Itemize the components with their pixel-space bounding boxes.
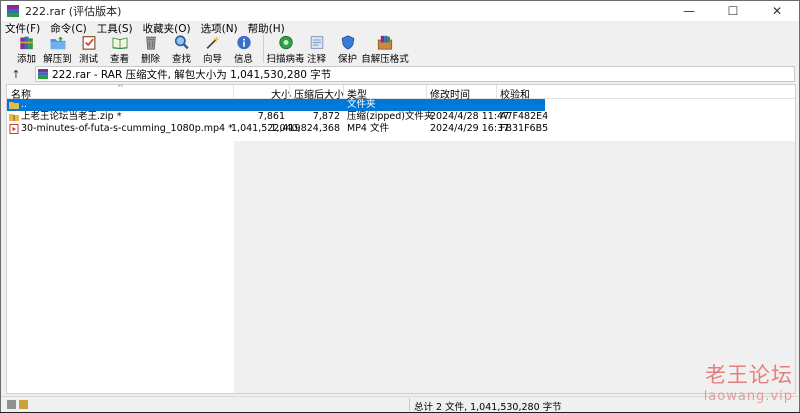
status-bar: 总计 2 文件, 1,041,530,280 字节 bbox=[1, 396, 799, 413]
row-crc: FB31F6B5 bbox=[500, 123, 549, 134]
test-button[interactable]: 测试 bbox=[73, 35, 104, 65]
virus-scan-button[interactable]: 扫描病毒 bbox=[267, 35, 305, 65]
test-label: 测试 bbox=[78, 54, 98, 65]
video-file-icon bbox=[9, 124, 19, 134]
sort-arrow-icon: ^ bbox=[117, 84, 124, 92]
address-field[interactable]: 222.rar - RAR 压缩文件, 解包大小为 1,041,530,280 … bbox=[35, 66, 795, 82]
row-type: MP4 文件 bbox=[347, 123, 389, 134]
extract-to-label: 解压到 bbox=[43, 54, 72, 65]
disk-icon[interactable] bbox=[7, 400, 16, 409]
menu-help[interactable]: 帮助(H) bbox=[248, 21, 285, 36]
address-text: 222.rar - RAR 压缩文件, 解包大小为 1,041,530,280 … bbox=[52, 68, 332, 81]
menu-file[interactable]: 文件(F) bbox=[5, 21, 40, 36]
toolbar: 添加 解压到 测试 查看 删除 查找 向导 信息 扫描病毒 注释 保护 自解压格… bbox=[1, 35, 799, 65]
column-divider[interactable] bbox=[426, 85, 427, 99]
trash-icon bbox=[145, 36, 156, 50]
folder-up-icon bbox=[9, 102, 19, 109]
column-divider[interactable] bbox=[496, 85, 497, 99]
virus-scan-icon bbox=[278, 35, 293, 50]
menu-favorites[interactable]: 收藏夹(O) bbox=[143, 21, 191, 36]
row-modified: 2024/4/29 16:37 bbox=[430, 123, 510, 134]
winrar-window: 222.rar (评估版本) — ☐ ✕ 文件(F) 命令(C) 工具(S) 收… bbox=[0, 0, 800, 413]
clipboard-check-icon bbox=[82, 36, 95, 50]
key-icon[interactable] bbox=[19, 400, 28, 409]
status-divider bbox=[409, 398, 410, 411]
toolbar-separator bbox=[263, 35, 264, 63]
magic-wand-icon bbox=[206, 35, 220, 49]
rar-archive-icon bbox=[38, 69, 48, 79]
view-button[interactable]: 查看 bbox=[104, 35, 135, 65]
row-name: 30-minutes-of-futa-s-cumming_1080p.mp4 * bbox=[21, 123, 233, 134]
menu-options[interactable]: 选项(N) bbox=[201, 21, 238, 36]
row-packed: 7,872 bbox=[312, 111, 340, 122]
view-label: 查看 bbox=[109, 54, 129, 65]
row-type: 压缩(zipped)文件夹 bbox=[347, 111, 434, 122]
info-label: 信息 bbox=[233, 54, 253, 65]
sfx-button[interactable]: 自解压格式 bbox=[361, 35, 409, 65]
add-label: 添加 bbox=[16, 54, 36, 65]
column-divider[interactable] bbox=[289, 85, 290, 99]
magnifier-icon bbox=[174, 35, 189, 50]
info-icon bbox=[236, 35, 251, 50]
extract-to-button[interactable]: 解压到 bbox=[42, 35, 73, 65]
find-label: 查找 bbox=[171, 54, 191, 65]
window-title: 222.rar (评估版本) bbox=[25, 5, 122, 18]
status-text: 总计 2 文件, 1,041,530,280 字节 bbox=[414, 402, 562, 413]
wizard-button[interactable]: 向导 bbox=[197, 35, 228, 65]
table-row[interactable]: .. 文件夹 bbox=[7, 99, 545, 111]
menu-commands[interactable]: 命令(C) bbox=[50, 21, 87, 36]
maximize-button[interactable]: ☐ bbox=[711, 1, 755, 21]
row-packed: 1,040,824,368 bbox=[270, 123, 340, 134]
table-row[interactable]: 30-minutes-of-futa-s-cumming_1080p.mp4 *… bbox=[7, 123, 549, 135]
status-icons bbox=[7, 400, 31, 409]
winrar-app-icon bbox=[7, 5, 19, 17]
books-add-icon bbox=[19, 36, 33, 50]
shield-icon bbox=[341, 35, 354, 50]
list-empty-area bbox=[234, 141, 795, 393]
row-name: .. bbox=[21, 99, 28, 110]
row-type: 文件夹 bbox=[347, 99, 376, 110]
info-button[interactable]: 信息 bbox=[228, 35, 259, 65]
close-button[interactable]: ✕ bbox=[755, 1, 799, 21]
list-header: 名称 ^ 大小 压缩后大小 类型 修改时间 校验和 bbox=[7, 84, 795, 101]
find-button[interactable]: 查找 bbox=[166, 35, 197, 65]
row-modified: 2024/4/28 11:47 bbox=[430, 111, 510, 122]
comment-button[interactable]: 注释 bbox=[301, 35, 332, 65]
menu-tools[interactable]: 工具(S) bbox=[97, 21, 133, 36]
address-bar: ↑ 222.rar - RAR 压缩文件, 解包大小为 1,041,530,28… bbox=[1, 65, 799, 83]
table-row[interactable]: 上老王论坛当老王.zip * 7,861 7,872 压缩(zipped)文件夹… bbox=[7, 111, 549, 123]
comment-icon bbox=[310, 36, 323, 49]
virus-scan-label: 扫描病毒 bbox=[266, 54, 305, 65]
menu-bar: 文件(F) 命令(C) 工具(S) 收藏夹(O) 选项(N) 帮助(H) bbox=[1, 21, 799, 35]
file-list[interactable]: 名称 ^ 大小 压缩后大小 类型 修改时间 校验和 .. 文件夹 上老王论坛当老… bbox=[6, 84, 796, 394]
minimize-button[interactable]: — bbox=[667, 1, 711, 21]
title-bar[interactable]: 222.rar (评估版本) — ☐ ✕ bbox=[1, 1, 799, 21]
folder-extract-icon bbox=[50, 36, 65, 50]
up-folder-button[interactable]: ↑ bbox=[5, 66, 27, 82]
add-button[interactable]: 添加 bbox=[11, 35, 42, 65]
row-crc: A7F482E4 bbox=[500, 111, 549, 122]
wizard-label: 向导 bbox=[202, 54, 222, 65]
column-divider[interactable] bbox=[233, 85, 234, 99]
protect-button[interactable]: 保护 bbox=[332, 35, 363, 65]
sfx-box-icon bbox=[377, 35, 393, 50]
protect-label: 保护 bbox=[337, 54, 357, 65]
delete-button[interactable]: 删除 bbox=[135, 35, 166, 65]
column-divider[interactable] bbox=[343, 85, 344, 99]
delete-label: 删除 bbox=[140, 54, 160, 65]
sfx-label: 自解压格式 bbox=[361, 54, 409, 65]
comment-label: 注释 bbox=[306, 54, 326, 65]
book-view-icon bbox=[112, 37, 127, 50]
row-name: 上老王论坛当老王.zip * bbox=[21, 111, 122, 122]
zip-folder-icon bbox=[9, 114, 19, 121]
